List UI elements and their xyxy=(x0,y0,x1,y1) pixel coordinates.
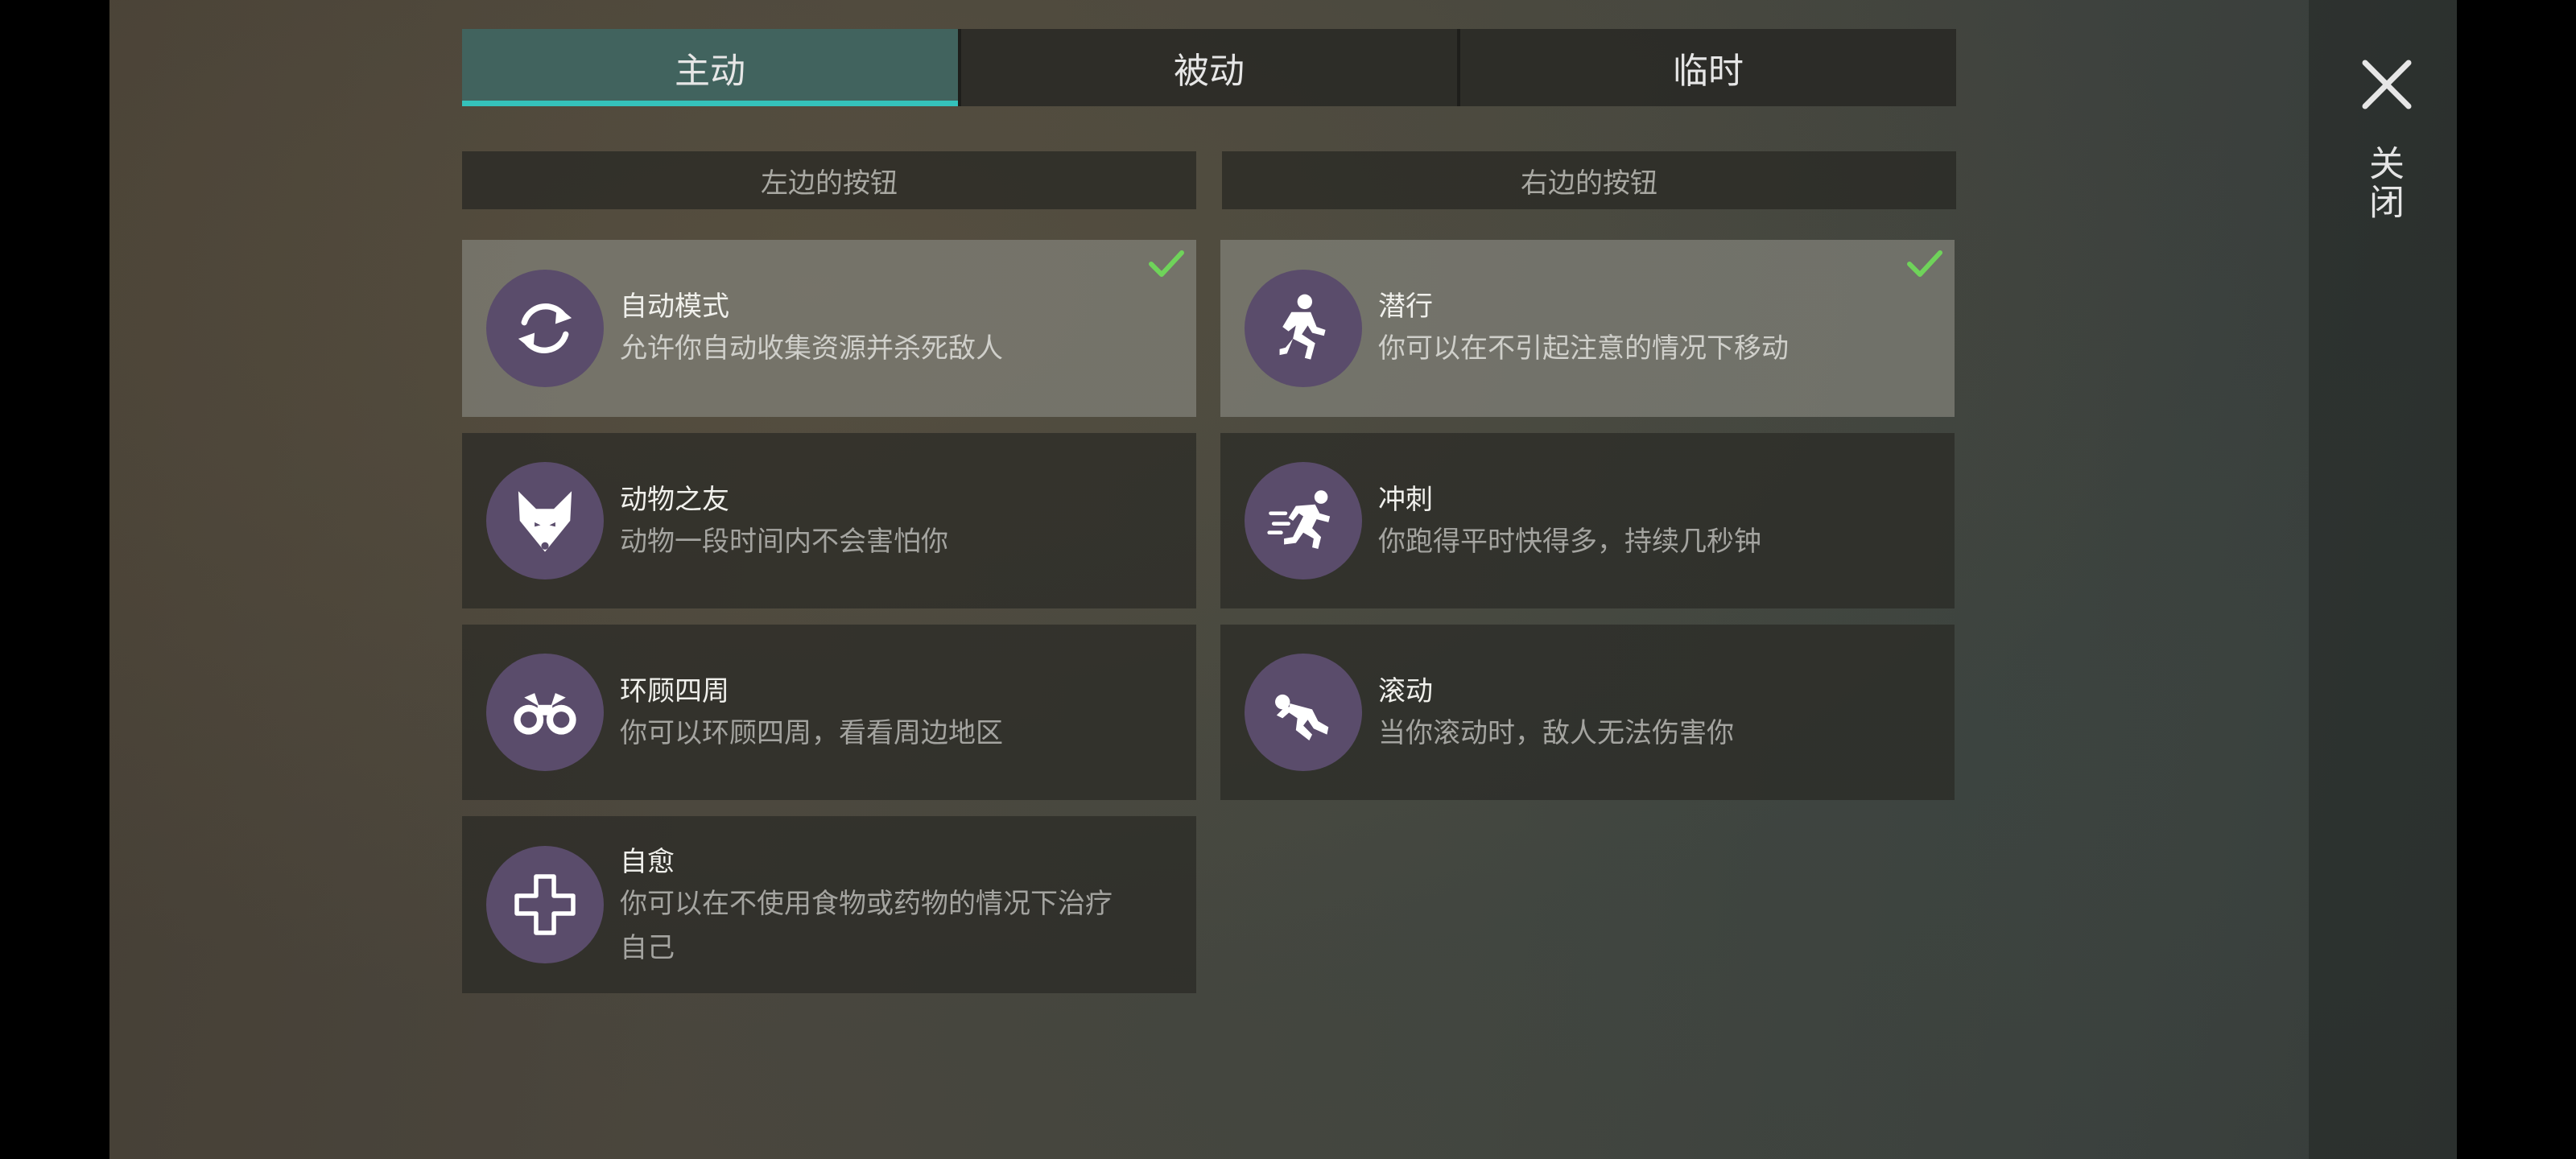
close-icon[interactable] xyxy=(2359,56,2415,113)
skill-title: 自动模式 xyxy=(620,291,729,323)
close-button-label[interactable]: 关闭 xyxy=(2363,145,2409,222)
skill-description: 你跑得平时快得多，持续几秒钟 xyxy=(1378,526,1761,558)
skill-description: 允许你自动收集资源并杀死敌人 xyxy=(620,332,1003,365)
skill-title: 环顾四周 xyxy=(620,675,729,707)
tab-temporary-label: 临时 xyxy=(1673,51,1744,92)
skill-description: 当你滚动时，敌人无法伤害你 xyxy=(1378,717,1734,749)
tab-active-label: 主动 xyxy=(675,51,745,92)
fox-icon xyxy=(486,462,604,580)
right-button-header: 右边的按钮 xyxy=(1222,151,1956,209)
sneak-icon xyxy=(1245,270,1362,387)
left-button-header: 左边的按钮 xyxy=(462,151,1196,209)
tab-bar: 主动 被动 临时 xyxy=(462,29,1956,106)
skill-title: 冲刺 xyxy=(1378,484,1433,516)
skill-card-self-heal[interactable]: 自愈 你可以在不使用食物或药物的情况下治疗自己 xyxy=(462,816,1196,993)
skill-title: 滚动 xyxy=(1378,675,1433,707)
checkmark-icon xyxy=(1907,250,1942,277)
skill-card-sneak[interactable]: 潜行 你可以在不引起注意的情况下移动 xyxy=(1220,240,1955,417)
skill-card-animal-friend[interactable]: 动物之友 动物一段时间内不会害怕你 xyxy=(462,433,1196,608)
tab-passive[interactable]: 被动 xyxy=(958,29,1457,106)
skill-description: 你可以环顾四周，看看周边地区 xyxy=(620,717,1003,749)
roll-icon xyxy=(1245,654,1362,771)
tab-temporary[interactable]: 临时 xyxy=(1457,29,1956,106)
sprint-icon xyxy=(1245,462,1362,580)
tab-active[interactable]: 主动 xyxy=(462,29,958,106)
skill-description: 动物一段时间内不会害怕你 xyxy=(620,526,948,558)
skill-description: 你可以在不使用食物或药物的情况下治疗自己 xyxy=(620,888,1113,964)
checkmark-icon xyxy=(1149,250,1184,277)
skill-description: 你可以在不引起注意的情况下移动 xyxy=(1378,332,1789,365)
cycle-icon xyxy=(486,270,604,387)
binoculars-icon xyxy=(486,654,604,771)
skill-card-roll[interactable]: 滚动 当你滚动时，敌人无法伤害你 xyxy=(1220,625,1955,800)
skill-title: 潜行 xyxy=(1378,291,1433,323)
tab-passive-label: 被动 xyxy=(1174,51,1245,92)
left-button-header-label: 左边的按钮 xyxy=(761,167,898,200)
skill-title: 动物之友 xyxy=(620,484,729,516)
right-button-header-label: 右边的按钮 xyxy=(1521,167,1657,200)
heal-cross-icon xyxy=(486,846,604,963)
skill-card-sprint[interactable]: 冲刺 你跑得平时快得多，持续几秒钟 xyxy=(1220,433,1955,608)
skill-card-auto-mode[interactable]: 自动模式 允许你自动收集资源并杀死敌人 xyxy=(462,240,1196,417)
skill-title: 自愈 xyxy=(620,846,675,878)
skill-card-look-around[interactable]: 环顾四周 你可以环顾四周，看看周边地区 xyxy=(462,625,1196,800)
